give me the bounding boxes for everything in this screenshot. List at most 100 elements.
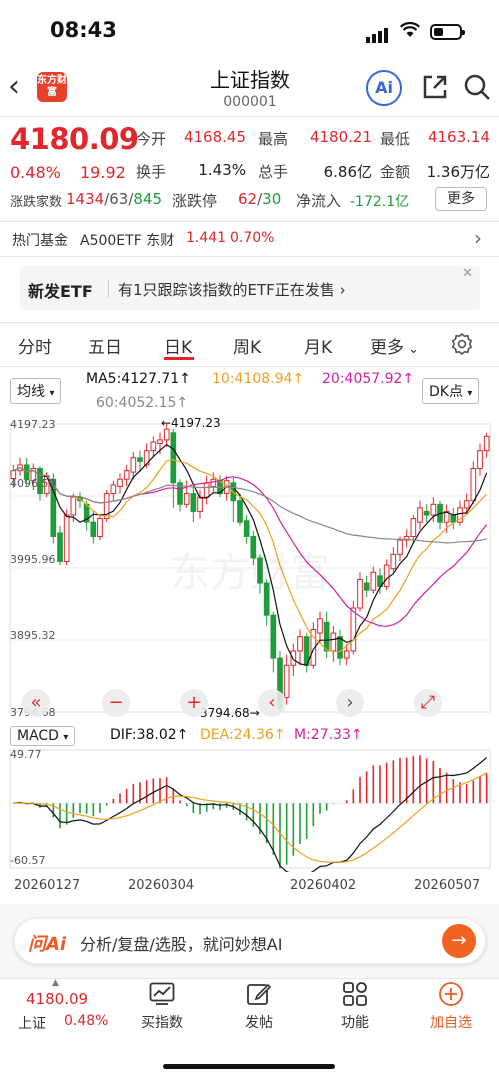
functions-tab[interactable]: 功能 bbox=[320, 1012, 390, 1032]
x-tick-label: 20260402 bbox=[290, 878, 357, 893]
status-time: 08:43 bbox=[50, 18, 117, 42]
dk-select[interactable]: DK点 ▾ bbox=[422, 378, 480, 404]
settings-icon[interactable] bbox=[450, 332, 474, 356]
tab-weekly-k[interactable]: 周K bbox=[233, 333, 261, 358]
ai-icon[interactable]: Ai bbox=[366, 70, 402, 106]
y-tick-label: 3995.96 bbox=[10, 553, 56, 566]
candle-body bbox=[430, 503, 437, 516]
ma-mode-select[interactable]: 均线 ▾ bbox=[10, 378, 62, 404]
change-amount: 19.92 bbox=[80, 163, 126, 182]
watermark: 东方财富 bbox=[170, 550, 330, 596]
breadth-values: 1434/63/845 bbox=[66, 190, 163, 208]
candle-body bbox=[483, 435, 490, 452]
ma60-label: 60:4052.15↑ bbox=[96, 395, 189, 411]
search-icon[interactable] bbox=[462, 72, 492, 102]
y-tick-label: 4096.59 bbox=[10, 477, 56, 490]
post-tab[interactable]: 发帖 bbox=[224, 1012, 294, 1032]
macd-chart[interactable] bbox=[0, 746, 499, 872]
candle-body bbox=[70, 496, 77, 516]
ask-ai-prompt: 分析/复盘/选股，就问妙想AI bbox=[80, 935, 283, 954]
edit-icon bbox=[247, 983, 272, 1005]
more-button[interactable]: 更多 bbox=[435, 187, 487, 211]
limit-values: 62/30 bbox=[238, 190, 282, 208]
chart-icon bbox=[149, 982, 175, 1005]
scroll-left-button[interactable]: « bbox=[22, 689, 50, 717]
ask-ai-logo: 问Ai bbox=[28, 934, 67, 955]
home-indicator bbox=[163, 1064, 335, 1069]
candle-body bbox=[117, 478, 123, 487]
tab-intraday[interactable]: 分时 bbox=[18, 333, 52, 358]
hot-fund-name: A500ETF 东财 bbox=[80, 233, 175, 249]
candle-body bbox=[243, 520, 250, 537]
tab-five-day[interactable]: 五日 bbox=[88, 333, 122, 358]
banner-title: 新发ETF bbox=[28, 282, 93, 301]
back-icon[interactable]: ‹ bbox=[8, 72, 38, 102]
mini-name: 上证 bbox=[18, 1016, 46, 1032]
candle-body bbox=[450, 514, 457, 523]
candle-body bbox=[463, 500, 470, 509]
candle-body bbox=[210, 478, 217, 487]
fullscreen-button[interactable]: ⤢ bbox=[414, 689, 442, 717]
dea-line bbox=[13, 772, 487, 863]
candle-body bbox=[237, 500, 243, 523]
tab-more[interactable]: 更多 ⌄ bbox=[370, 333, 419, 358]
candle-body bbox=[397, 539, 403, 555]
ma20-label: 20:4057.92↑ bbox=[322, 371, 415, 387]
amount-value: 1.36万亿 bbox=[426, 163, 490, 181]
zoom-in-button[interactable]: + bbox=[180, 689, 208, 717]
turnover-label: 换手 bbox=[136, 163, 167, 181]
stock-code: 000001 bbox=[223, 94, 277, 110]
high-label: 最高 bbox=[258, 130, 289, 148]
signal-icon bbox=[366, 24, 390, 43]
banner-text: 有1只跟踪该指数的ETF正在发售 › bbox=[118, 281, 346, 299]
dea-label: DEA:24.36↑ bbox=[200, 727, 286, 743]
hot-fund-label: 热门基金 bbox=[12, 233, 68, 249]
candle-body bbox=[323, 621, 330, 652]
candle-body bbox=[150, 441, 157, 452]
candle-body bbox=[337, 636, 343, 659]
candle-body bbox=[343, 650, 350, 659]
low-value: 4163.14 bbox=[427, 128, 490, 146]
chevron-up-icon: ▲ bbox=[52, 978, 59, 988]
candle-body bbox=[197, 496, 203, 512]
candle-body bbox=[137, 457, 143, 462]
candlestick-chart[interactable]: 东方财富 bbox=[0, 416, 499, 722]
scroll-forward-button[interactable]: › bbox=[336, 689, 364, 717]
dif-line bbox=[13, 757, 488, 872]
y-tick-label: 4197.23 bbox=[10, 418, 56, 431]
m-label: M:27.33↑ bbox=[294, 727, 363, 743]
indicator-select[interactable]: MACD ▾ bbox=[10, 726, 76, 746]
buy-index-tab[interactable]: 买指数 bbox=[127, 1012, 197, 1032]
candle-body bbox=[63, 514, 70, 563]
share-icon[interactable] bbox=[420, 72, 450, 102]
limit-label: 涨跌停 bbox=[172, 192, 218, 210]
add-watchlist-tab[interactable]: 加自选 bbox=[416, 1012, 486, 1032]
candle-body bbox=[57, 532, 63, 563]
candle-body bbox=[170, 432, 177, 484]
tab-daily-k[interactable]: 日K bbox=[164, 333, 192, 358]
candle-body bbox=[350, 607, 357, 652]
candle-body bbox=[383, 564, 390, 588]
candle-body bbox=[130, 457, 137, 473]
banner-divider bbox=[108, 280, 109, 298]
ma5-label: MA5:4127.71↑ bbox=[86, 371, 191, 387]
arrow-right-icon[interactable]: → bbox=[442, 924, 476, 958]
inflow-label: 净流入 bbox=[296, 192, 342, 210]
tab-monthly-k[interactable]: 月K bbox=[304, 333, 332, 358]
candle-body bbox=[470, 468, 477, 502]
hot-fund-pct: 0.70% bbox=[230, 230, 275, 246]
candle-body bbox=[417, 507, 423, 523]
candle-body bbox=[183, 493, 190, 505]
ma10-label: 10:4108.94↑ bbox=[212, 371, 305, 387]
scroll-back-button[interactable]: ‹ bbox=[258, 689, 286, 717]
chevron-right-icon: › bbox=[474, 226, 482, 250]
close-icon[interactable]: ✕ bbox=[462, 266, 473, 281]
candle-body bbox=[163, 428, 170, 441]
candle-body bbox=[97, 518, 103, 537]
macd-y-tick: -60.57 bbox=[10, 854, 46, 867]
candle-body bbox=[390, 553, 397, 570]
zoom-out-button[interactable]: − bbox=[102, 689, 130, 717]
candle-body bbox=[330, 632, 337, 652]
inflow-value: -172.1亿 bbox=[350, 194, 410, 210]
candle-body bbox=[290, 650, 297, 666]
